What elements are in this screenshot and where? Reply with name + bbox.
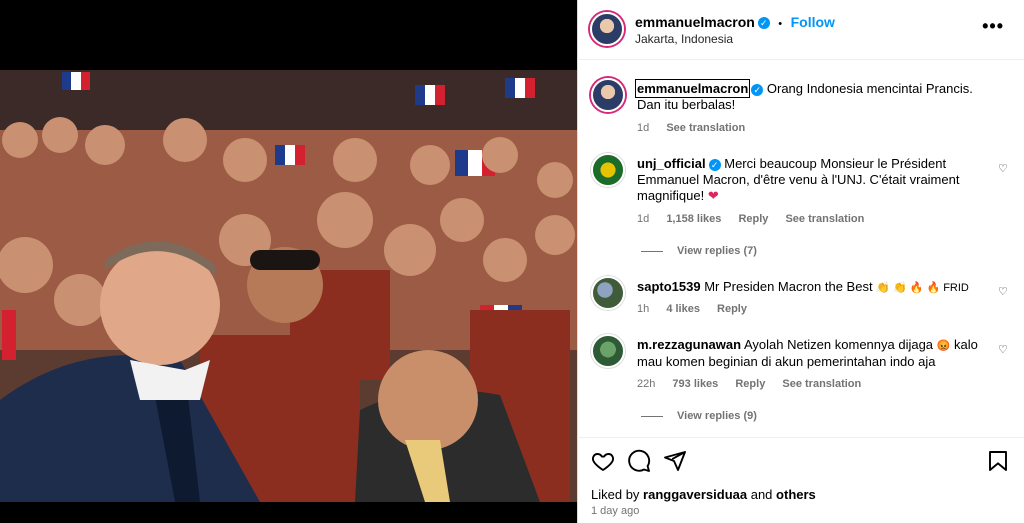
author-line: emmanuelmacron ✓ • Follow (635, 14, 835, 32)
comment-text-line2: mau komen beginian di akun pemerintahan … (637, 354, 936, 369)
liked-by-others[interactable]: others (776, 487, 816, 502)
view-replies-button[interactable]: View replies (7) (641, 243, 757, 259)
reply-button[interactable]: Reply (735, 378, 765, 390)
comment-emoji: 👏 👏 🔥 🔥 FRID (876, 282, 969, 294)
see-translation-button[interactable]: See translation (785, 213, 864, 225)
comment-text-line2: Emmanuel Macron, d'être venu à l'UNJ. C'… (637, 172, 960, 187)
caption-time: 1d (637, 122, 650, 134)
comment-item: unj_official ✓ Merci beaucoup Monsieur le… (591, 153, 1010, 257)
comment-item: sapto1539 Mr Presiden Macron the Best 👏 … (591, 276, 1010, 316)
caption-text-line1: Orang Indonesia mencintai Prancis. (766, 81, 973, 96)
commenter-username[interactable]: unj_official (637, 156, 706, 171)
reply-button[interactable]: Reply (717, 303, 747, 315)
comment-icon[interactable] (627, 449, 651, 473)
liked-by-user[interactable]: ranggaversiduaa (643, 487, 747, 502)
follow-button[interactable]: Follow (791, 14, 835, 30)
see-translation-button[interactable]: See translation (782, 378, 861, 390)
dot-separator: • (778, 18, 783, 30)
caption-see-translation[interactable]: See translation (666, 122, 745, 134)
comment-text-line1: Merci beaucoup Monsieur le Président (724, 156, 947, 171)
post-action-bar (591, 449, 1010, 473)
view-replies-button[interactable]: View replies (9) (641, 408, 757, 424)
commenter-avatar[interactable] (591, 153, 625, 187)
share-icon[interactable] (663, 449, 687, 473)
post-timestamp[interactable]: 1 day ago (591, 505, 639, 517)
post-caption: emmanuelmacron ✓ Orang Indonesia mencinta… (591, 78, 1010, 138)
verified-badge-icon: ✓ (708, 158, 721, 171)
heart-icon[interactable] (591, 449, 615, 473)
verified-badge-icon: ✓ (757, 16, 770, 29)
liked-by-prefix: Liked by (591, 487, 640, 502)
comment-text-line3: magnifique! (637, 188, 705, 203)
comment-text-line1: Ayolah Netizen komennya dijaga (743, 337, 934, 352)
commenter-avatar[interactable] (591, 276, 625, 310)
comment-like-heart-icon[interactable]: ♡ (998, 284, 1010, 298)
caption-avatar[interactable] (591, 78, 625, 112)
comment-likes-count[interactable]: 793 likes (672, 378, 718, 390)
post-header: emmanuelmacron ✓ • Follow Jakarta, Indone… (577, 0, 1024, 58)
comment-likes-count[interactable]: 1,158 likes (666, 213, 721, 225)
post-photo[interactable] (0, 70, 577, 502)
actions-divider (577, 437, 1024, 438)
liked-by-line: Liked by ranggaversiduaa and others (591, 487, 816, 502)
author-avatar[interactable] (590, 12, 624, 46)
verified-badge-icon: ✓ (751, 83, 764, 96)
liked-by-and: and (750, 487, 773, 502)
comment-time: 1d (637, 213, 650, 225)
comment-time: 1h (637, 303, 650, 315)
header-divider (577, 59, 1024, 60)
author-username[interactable]: emmanuelmacron (635, 14, 755, 30)
reply-button[interactable]: Reply (738, 213, 768, 225)
more-options-icon[interactable]: ••• (982, 16, 1004, 37)
commenter-avatar[interactable] (591, 334, 625, 368)
comment-emoji: 😡 (936, 340, 951, 352)
comments-list: emmanuelmacron ✓ Orang Indonesia mencinta… (577, 64, 1024, 434)
comment-time: 22h (637, 378, 656, 390)
commenter-username[interactable]: m.rezzagunawan (637, 337, 741, 352)
comment-like-heart-icon[interactable]: ♡ (998, 342, 1010, 356)
comment-item: m.rezzagunawan Ayolah Netizen komennya d… (591, 334, 1010, 424)
post-location[interactable]: Jakarta, Indonesia (635, 32, 733, 46)
caption-text-line2: Dan itu berbalas! (637, 97, 736, 112)
comment-likes-count[interactable]: 4 likes (666, 303, 700, 315)
comment-like-heart-icon[interactable]: ♡ (998, 161, 1010, 175)
selfie-photo-illustration (0, 70, 577, 502)
heart-emoji: ❤ (707, 188, 719, 203)
post-side-panel: emmanuelmacron ✓ • Follow Jakarta, Indone… (577, 0, 1024, 523)
commenter-username[interactable]: sapto1539 (637, 279, 701, 294)
comment-text: Mr Presiden Macron the Best (704, 279, 873, 294)
comment-text-line1b: kalo (954, 337, 978, 352)
bookmark-icon[interactable] (986, 449, 1010, 473)
caption-username[interactable]: emmanuelmacron (634, 79, 751, 98)
post-media-pane (0, 0, 577, 523)
